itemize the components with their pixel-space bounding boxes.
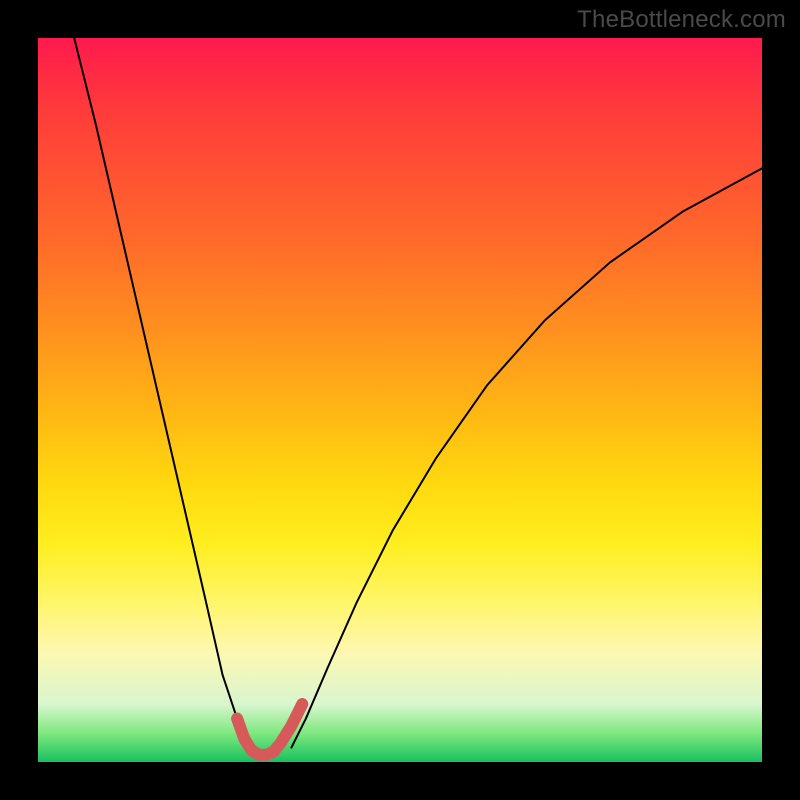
series-right-branch [291, 168, 762, 747]
watermark-text: TheBottleneck.com [577, 6, 786, 34]
chart-svg [38, 38, 762, 762]
plot-area [38, 38, 762, 762]
series-group [74, 38, 762, 755]
series-left-branch [74, 38, 248, 748]
chart-frame: TheBottleneck.com [0, 0, 800, 800]
